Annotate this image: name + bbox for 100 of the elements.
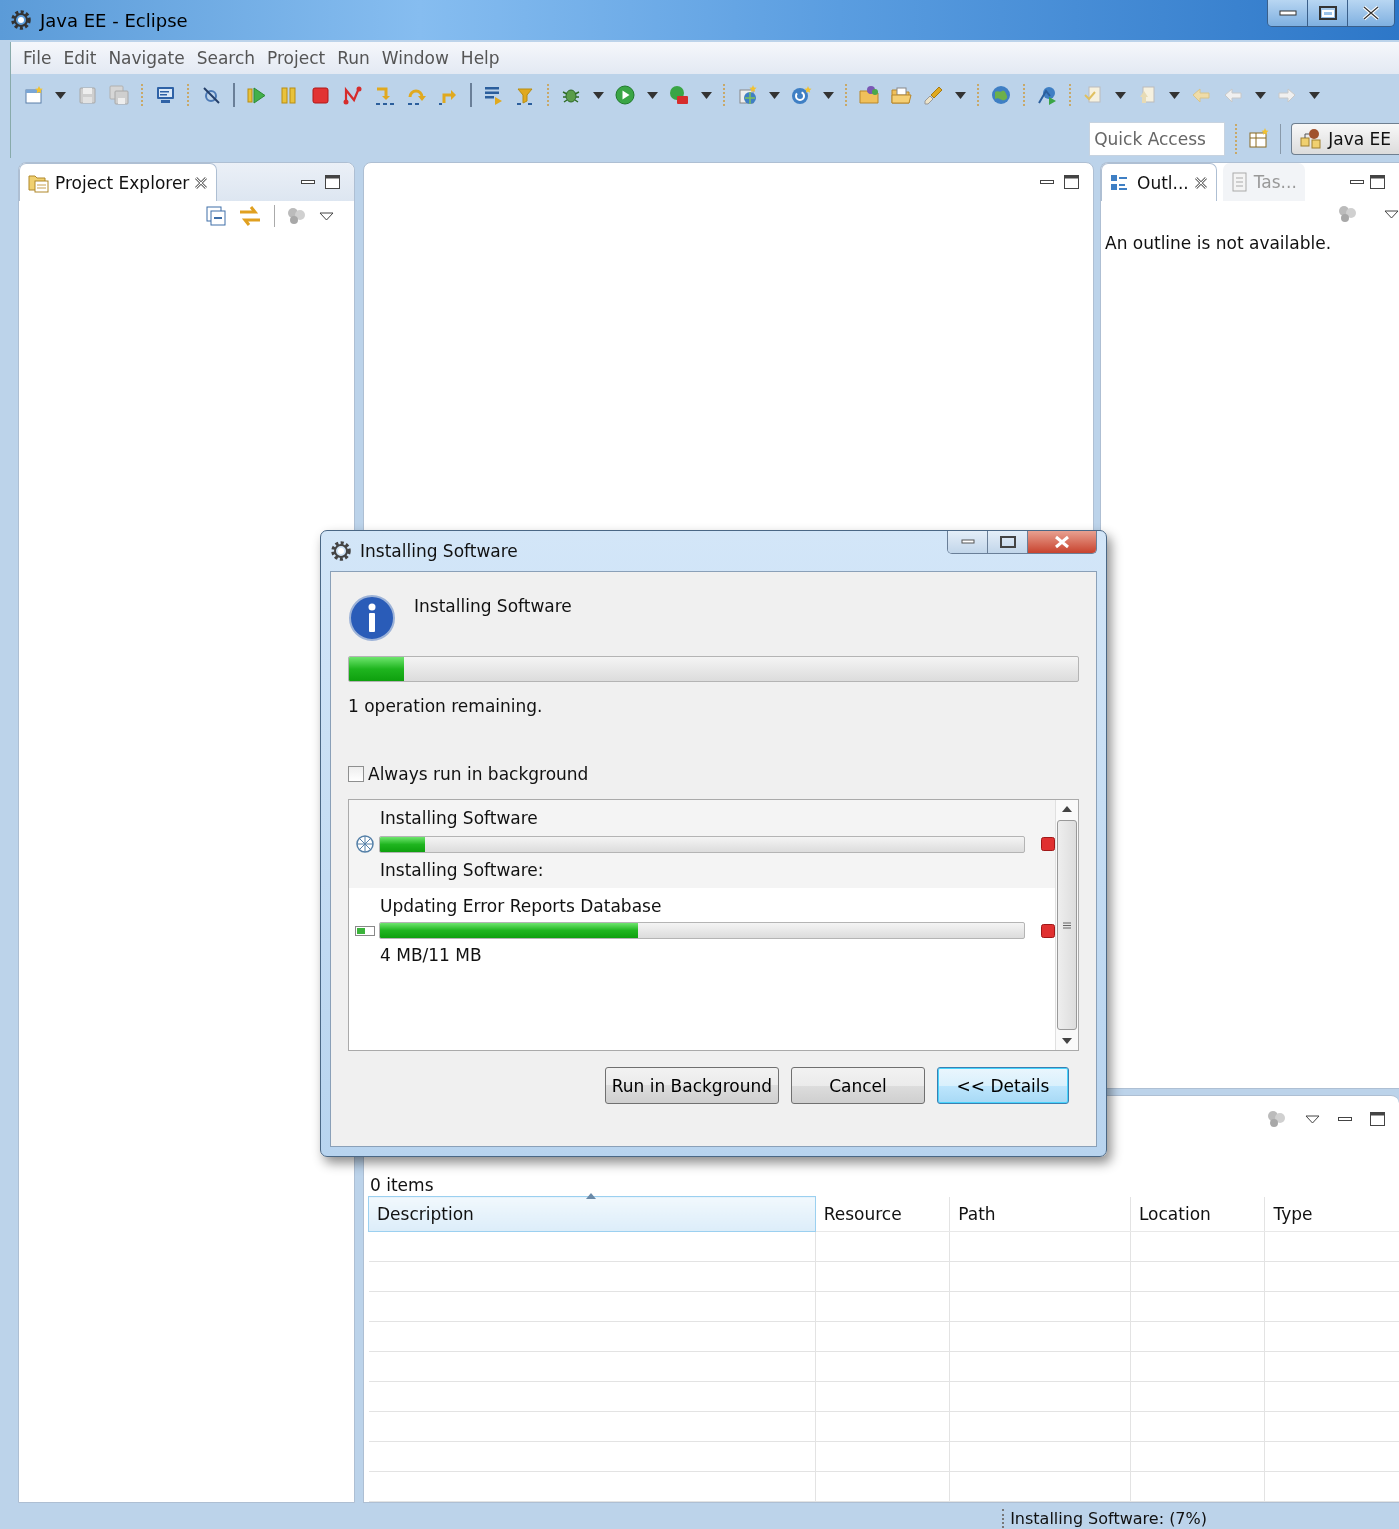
folder-icon[interactable] — [859, 84, 880, 106]
dialog-button[interactable]: Run in Background — [604, 1067, 779, 1104]
minimize-icon — [960, 539, 975, 545]
scroll-up-icon[interactable] — [1062, 806, 1072, 812]
view-menu-icon[interactable] — [1384, 209, 1399, 219]
minimize-button[interactable] — [1268, 0, 1308, 26]
menu-item[interactable]: Navigate — [108, 46, 196, 70]
dropdown-icon[interactable] — [593, 91, 604, 99]
maximize-icon[interactable] — [1064, 175, 1079, 189]
dropdown-icon[interactable] — [1169, 91, 1180, 99]
new-file-icon[interactable] — [23, 84, 44, 106]
sort-caret-icon — [586, 1193, 596, 1199]
perspective-button[interactable]: Java EE — [1291, 123, 1399, 155]
dialog-title: Installing Software — [360, 541, 518, 561]
sync-icon[interactable] — [287, 207, 307, 225]
dropdown-icon[interactable] — [1115, 91, 1126, 99]
job-name: Installing Software — [380, 808, 539, 828]
minimize-button[interactable] — [948, 531, 988, 553]
close-icon[interactable] — [1193, 175, 1208, 190]
stop-icon[interactable] — [310, 84, 331, 106]
run-icon[interactable] — [615, 84, 636, 106]
maximize-button[interactable] — [988, 531, 1028, 553]
dropdown-icon[interactable] — [55, 91, 66, 99]
perspective-icon — [1300, 128, 1323, 150]
column-header[interactable]: Resource — [815, 1196, 950, 1232]
eclipse-logo-icon — [10, 9, 32, 31]
eclipse-logo-icon — [330, 540, 352, 562]
dropdown-icon[interactable] — [1309, 91, 1320, 99]
job-status: Installing Software: — [380, 860, 545, 880]
view-menu-icon[interactable] — [319, 211, 334, 221]
checkbox-label: Always run in background — [368, 764, 589, 784]
checkbox[interactable] — [348, 766, 364, 782]
maximize-button[interactable] — [1308, 0, 1348, 26]
list-arrow-icon[interactable] — [483, 84, 504, 106]
server-icon[interactable] — [737, 84, 758, 106]
info-icon — [348, 594, 396, 642]
sync-icon[interactable] — [1338, 205, 1358, 223]
job-status: 4 MB/11 MB — [380, 945, 483, 965]
dialog-button[interactable]: Cancel — [791, 1067, 925, 1104]
menu-item[interactable]: Help — [460, 46, 511, 70]
close-button[interactable] — [1348, 0, 1394, 26]
globe-icon[interactable] — [991, 84, 1012, 106]
new-perspective-icon[interactable] — [1248, 128, 1271, 150]
dialog-button[interactable]: << Details — [937, 1067, 1069, 1104]
maximize-icon[interactable] — [1370, 175, 1385, 189]
class-icon[interactable] — [791, 84, 812, 106]
maximize-icon — [999, 536, 1016, 548]
close-icon[interactable] — [194, 175, 209, 190]
status-text: Installing Software: (7%) — [1002, 1508, 1207, 1528]
dropdown-icon[interactable] — [955, 91, 966, 99]
collapse-all-icon[interactable] — [206, 206, 226, 226]
dialog-heading: Installing Software — [414, 596, 572, 616]
skip-breakpoints-icon[interactable] — [201, 84, 222, 106]
dropdown-icon[interactable] — [823, 91, 834, 99]
close-icon — [1362, 5, 1380, 21]
outline-message: An outline is not available. — [1104, 232, 1333, 255]
view-tab[interactable]: Project Explorer — [19, 163, 218, 201]
menu-item[interactable]: Search — [196, 46, 267, 70]
window-title: Java EE - Eclipse — [40, 9, 188, 31]
menu-item[interactable]: File — [23, 46, 63, 70]
sync-icon[interactable] — [1267, 1110, 1287, 1128]
maximize-icon[interactable] — [1370, 1112, 1385, 1126]
maximize-icon[interactable] — [325, 175, 340, 189]
stop-icon[interactable] — [1041, 923, 1055, 938]
launch-icon[interactable] — [1037, 84, 1058, 106]
brush-icon[interactable] — [923, 84, 944, 106]
maximize-icon — [1318, 6, 1337, 20]
dropdown-icon[interactable] — [701, 91, 712, 99]
dropdown-icon[interactable] — [647, 91, 658, 99]
task-list-icon — [1230, 172, 1249, 192]
status-message: 1 operation remaining. — [348, 696, 543, 716]
item-count: 0 items — [370, 1175, 434, 1195]
progress-job-icon — [355, 925, 375, 936]
folders-icon — [28, 172, 50, 193]
minimize-icon — [1278, 10, 1297, 16]
column-header[interactable]: Location — [1130, 1196, 1265, 1232]
job-name: Updating Error Reports Database — [380, 896, 663, 916]
scroll-down-icon[interactable] — [1062, 1038, 1072, 1044]
quick-access-field[interactable]: Quick Access — [1089, 122, 1226, 156]
run-tool-icon[interactable] — [669, 84, 690, 106]
monitor-icon[interactable] — [155, 84, 176, 106]
link-editor-icon[interactable] — [238, 205, 262, 227]
resume-icon[interactable] — [246, 84, 267, 106]
view-tab[interactable]: Outl... — [1101, 163, 1217, 201]
dropdown-icon[interactable] — [1255, 91, 1266, 99]
progress-job-icon — [355, 834, 375, 854]
close-button[interactable] — [1028, 531, 1096, 553]
open-folder-icon[interactable] — [891, 84, 912, 106]
menu-item[interactable]: Run — [337, 46, 381, 70]
scrollbar-thumb[interactable] — [1057, 820, 1077, 1030]
column-header[interactable]: Description — [368, 1196, 816, 1232]
menu-item[interactable]: Project — [267, 46, 337, 70]
close-icon — [1054, 535, 1070, 549]
menu-item[interactable]: Window — [381, 46, 460, 70]
column-header[interactable]: Type — [1264, 1196, 1399, 1232]
view-menu-icon[interactable] — [1305, 1114, 1320, 1124]
menu-item[interactable]: Edit — [63, 46, 108, 70]
column-header[interactable]: Path — [949, 1196, 1131, 1232]
dropdown-icon[interactable] — [769, 91, 780, 99]
disconnect-icon[interactable] — [342, 84, 363, 106]
